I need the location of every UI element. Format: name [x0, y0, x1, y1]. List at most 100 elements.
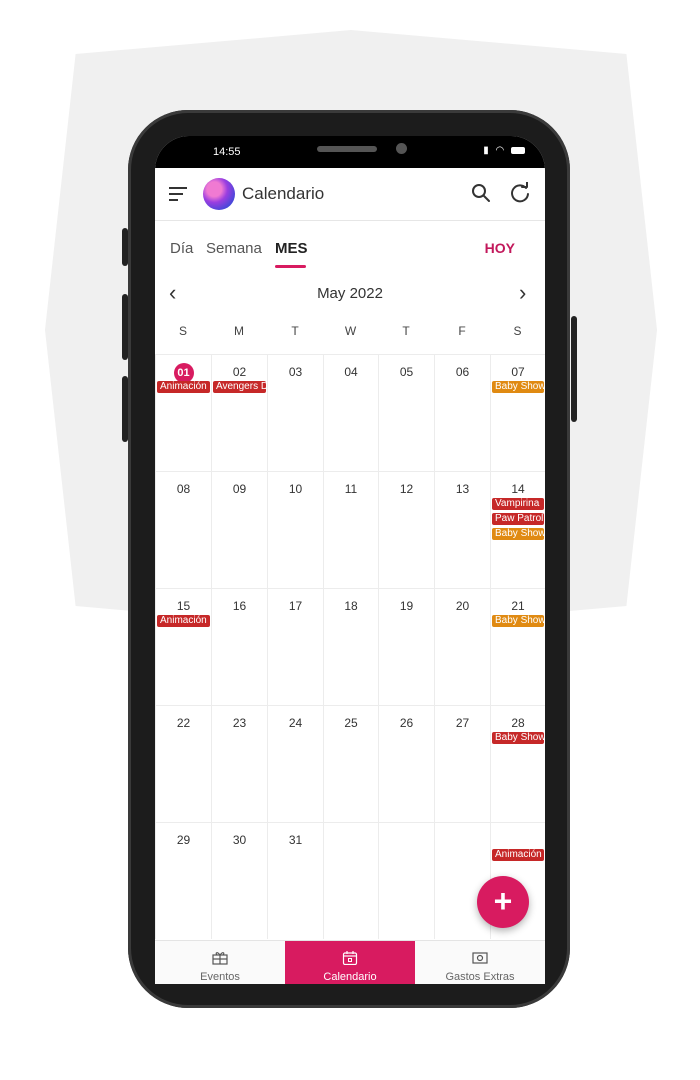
tab-mes[interactable]: MES — [275, 240, 308, 257]
day-number: 27 — [455, 716, 470, 730]
calendar-day-cell[interactable]: 18 — [323, 588, 378, 705]
event-chip[interactable]: Avengers D — [213, 381, 266, 393]
tab-semana[interactable]: Semana — [206, 240, 262, 257]
weekday-label: W — [344, 324, 357, 338]
calendar-day-cell[interactable]: 28 Baby Show — [490, 705, 545, 822]
day-number: 02 — [232, 365, 247, 379]
event-chip[interactable]: Paw Patrol — [492, 513, 544, 525]
calendar-day-cell[interactable] — [434, 822, 490, 939]
weekday-label: T — [291, 324, 299, 338]
status-time: 14:55 — [213, 146, 241, 158]
event-chip[interactable]: Animación — [157, 381, 210, 393]
day-number: 24 — [288, 716, 303, 730]
calendar-day-cell[interactable]: 05 — [378, 354, 434, 471]
calendar-day-cell[interactable]: 19 — [378, 588, 434, 705]
calendar-day-cell[interactable]: 17 — [267, 588, 323, 705]
day-number: 18 — [344, 599, 358, 613]
nav-calendario[interactable]: Calendario — [285, 941, 415, 984]
nav-gastos-extras[interactable]: Gastos Extras — [415, 941, 545, 984]
calendar-day-cell[interactable]: 10 — [267, 471, 323, 588]
day-number: 14 — [511, 482, 525, 496]
day-number: 11 — [344, 482, 358, 496]
calendar-day-cell[interactable]: 12 — [378, 471, 434, 588]
calendar-day-cell[interactable]: 24 — [267, 705, 323, 822]
menu-icon[interactable] — [169, 186, 187, 202]
calendar-day-cell[interactable]: 29 — [155, 822, 211, 939]
day-number: 08 — [176, 482, 191, 496]
calendar-day-cell[interactable]: 06 — [434, 354, 490, 471]
day-number: 09 — [232, 482, 247, 496]
event-chip[interactable]: Baby Show — [492, 732, 544, 744]
day-number: 17 — [288, 599, 303, 613]
event-chip[interactable]: Baby Show — [492, 381, 544, 393]
calendar-day-cell[interactable]: 08 — [155, 471, 211, 588]
calendar-day-cell[interactable] — [323, 822, 378, 939]
day-number: 23 — [232, 716, 247, 730]
calendar-day-cell[interactable]: 07 Baby Show — [490, 354, 545, 471]
tab-dia[interactable]: Día — [170, 240, 193, 257]
day-number: 15 — [176, 599, 191, 613]
event-chip[interactable]: Animación — [157, 615, 210, 627]
calendar-day-cell[interactable]: 30 — [211, 822, 267, 939]
calendar-day-cell[interactable]: 25 — [323, 705, 378, 822]
calendar-day-cell[interactable]: 23 — [211, 705, 267, 822]
phone-screen: 14:55 ▮ ◠ Calendario Día Semana MES HOY … — [155, 136, 545, 984]
calendar-day-cell[interactable]: 27 — [434, 705, 490, 822]
calendar-day-cell[interactable]: 16 — [211, 588, 267, 705]
calendar-day-cell[interactable]: 01 Animación — [155, 354, 211, 471]
search-icon[interactable] — [471, 183, 491, 203]
add-event-button[interactable]: + — [477, 876, 529, 928]
event-chip[interactable]: Vampirina — [492, 498, 544, 510]
calendar-day-cell[interactable]: 15 Animación — [155, 588, 211, 705]
calendar-day-cell[interactable]: 20 — [434, 588, 490, 705]
phone-side-button — [571, 316, 577, 422]
phone-side-button — [122, 376, 128, 442]
calendar-day-cell[interactable]: 11 — [323, 471, 378, 588]
event-chip[interactable]: Animación — [492, 849, 544, 861]
calendar-day-cell[interactable]: 04 — [323, 354, 378, 471]
calendar-grid: 01 Animación 02 Avengers D 03 04 05 06 07 Baby Sh… — [155, 354, 545, 940]
battery-icon — [511, 146, 525, 154]
calendar-day-cell[interactable]: 26 — [378, 705, 434, 822]
status-bar: 14:55 ▮ ◠ — [155, 136, 545, 168]
today-button[interactable]: HOY — [485, 240, 515, 256]
calendar-day-cell[interactable]: 02 Avengers D — [211, 354, 267, 471]
tab-indicator — [275, 265, 306, 268]
day-number: 07 — [511, 365, 525, 379]
day-number: 12 — [399, 482, 414, 496]
wifi-icon: ◠ — [495, 145, 507, 156]
calendar-day-cell[interactable]: 13 — [434, 471, 490, 588]
day-number: 03 — [288, 365, 303, 379]
today-day-number: 01 — [173, 363, 194, 383]
weekday-label: S — [178, 324, 187, 338]
calendar-day-cell[interactable] — [378, 822, 434, 939]
calendar-day-cell[interactable]: 14 Vampirina Paw Patrol Baby Show — [490, 471, 545, 588]
status-icons: ▮ ◠ — [483, 145, 525, 156]
money-icon — [472, 952, 488, 964]
phone-side-button — [122, 294, 128, 360]
day-number: 22 — [176, 716, 191, 730]
app-logo — [203, 178, 235, 210]
phone-side-button — [122, 228, 128, 266]
day-number: 29 — [176, 833, 191, 847]
next-month-icon[interactable]: › — [519, 282, 526, 304]
calendar-day-cell[interactable]: 21 Baby Show — [490, 588, 545, 705]
day-number: 16 — [232, 599, 247, 613]
calendar-day-cell[interactable]: 09 — [211, 471, 267, 588]
app-bar: Calendario — [155, 168, 545, 221]
event-chip[interactable]: Baby Show — [492, 615, 544, 627]
calendar-day-cell[interactable]: 31 — [267, 822, 323, 939]
month-label: May 2022 — [317, 285, 383, 302]
weekday-label: S — [513, 324, 522, 338]
nav-eventos[interactable]: Eventos — [155, 941, 285, 984]
weekday-label: T — [402, 324, 410, 338]
event-chip[interactable]: Baby Show — [492, 528, 544, 540]
calendar-day-cell[interactable]: 22 — [155, 705, 211, 822]
gift-icon — [212, 952, 228, 965]
refresh-icon[interactable] — [509, 182, 531, 204]
bottom-navigation: Eventos Calendario Gastos Extras — [155, 940, 545, 984]
nav-eventos-label: Eventos — [200, 971, 240, 983]
day-number: 30 — [232, 833, 247, 847]
calendar-day-cell[interactable]: 03 — [267, 354, 323, 471]
app-title: Calendario — [242, 184, 325, 203]
